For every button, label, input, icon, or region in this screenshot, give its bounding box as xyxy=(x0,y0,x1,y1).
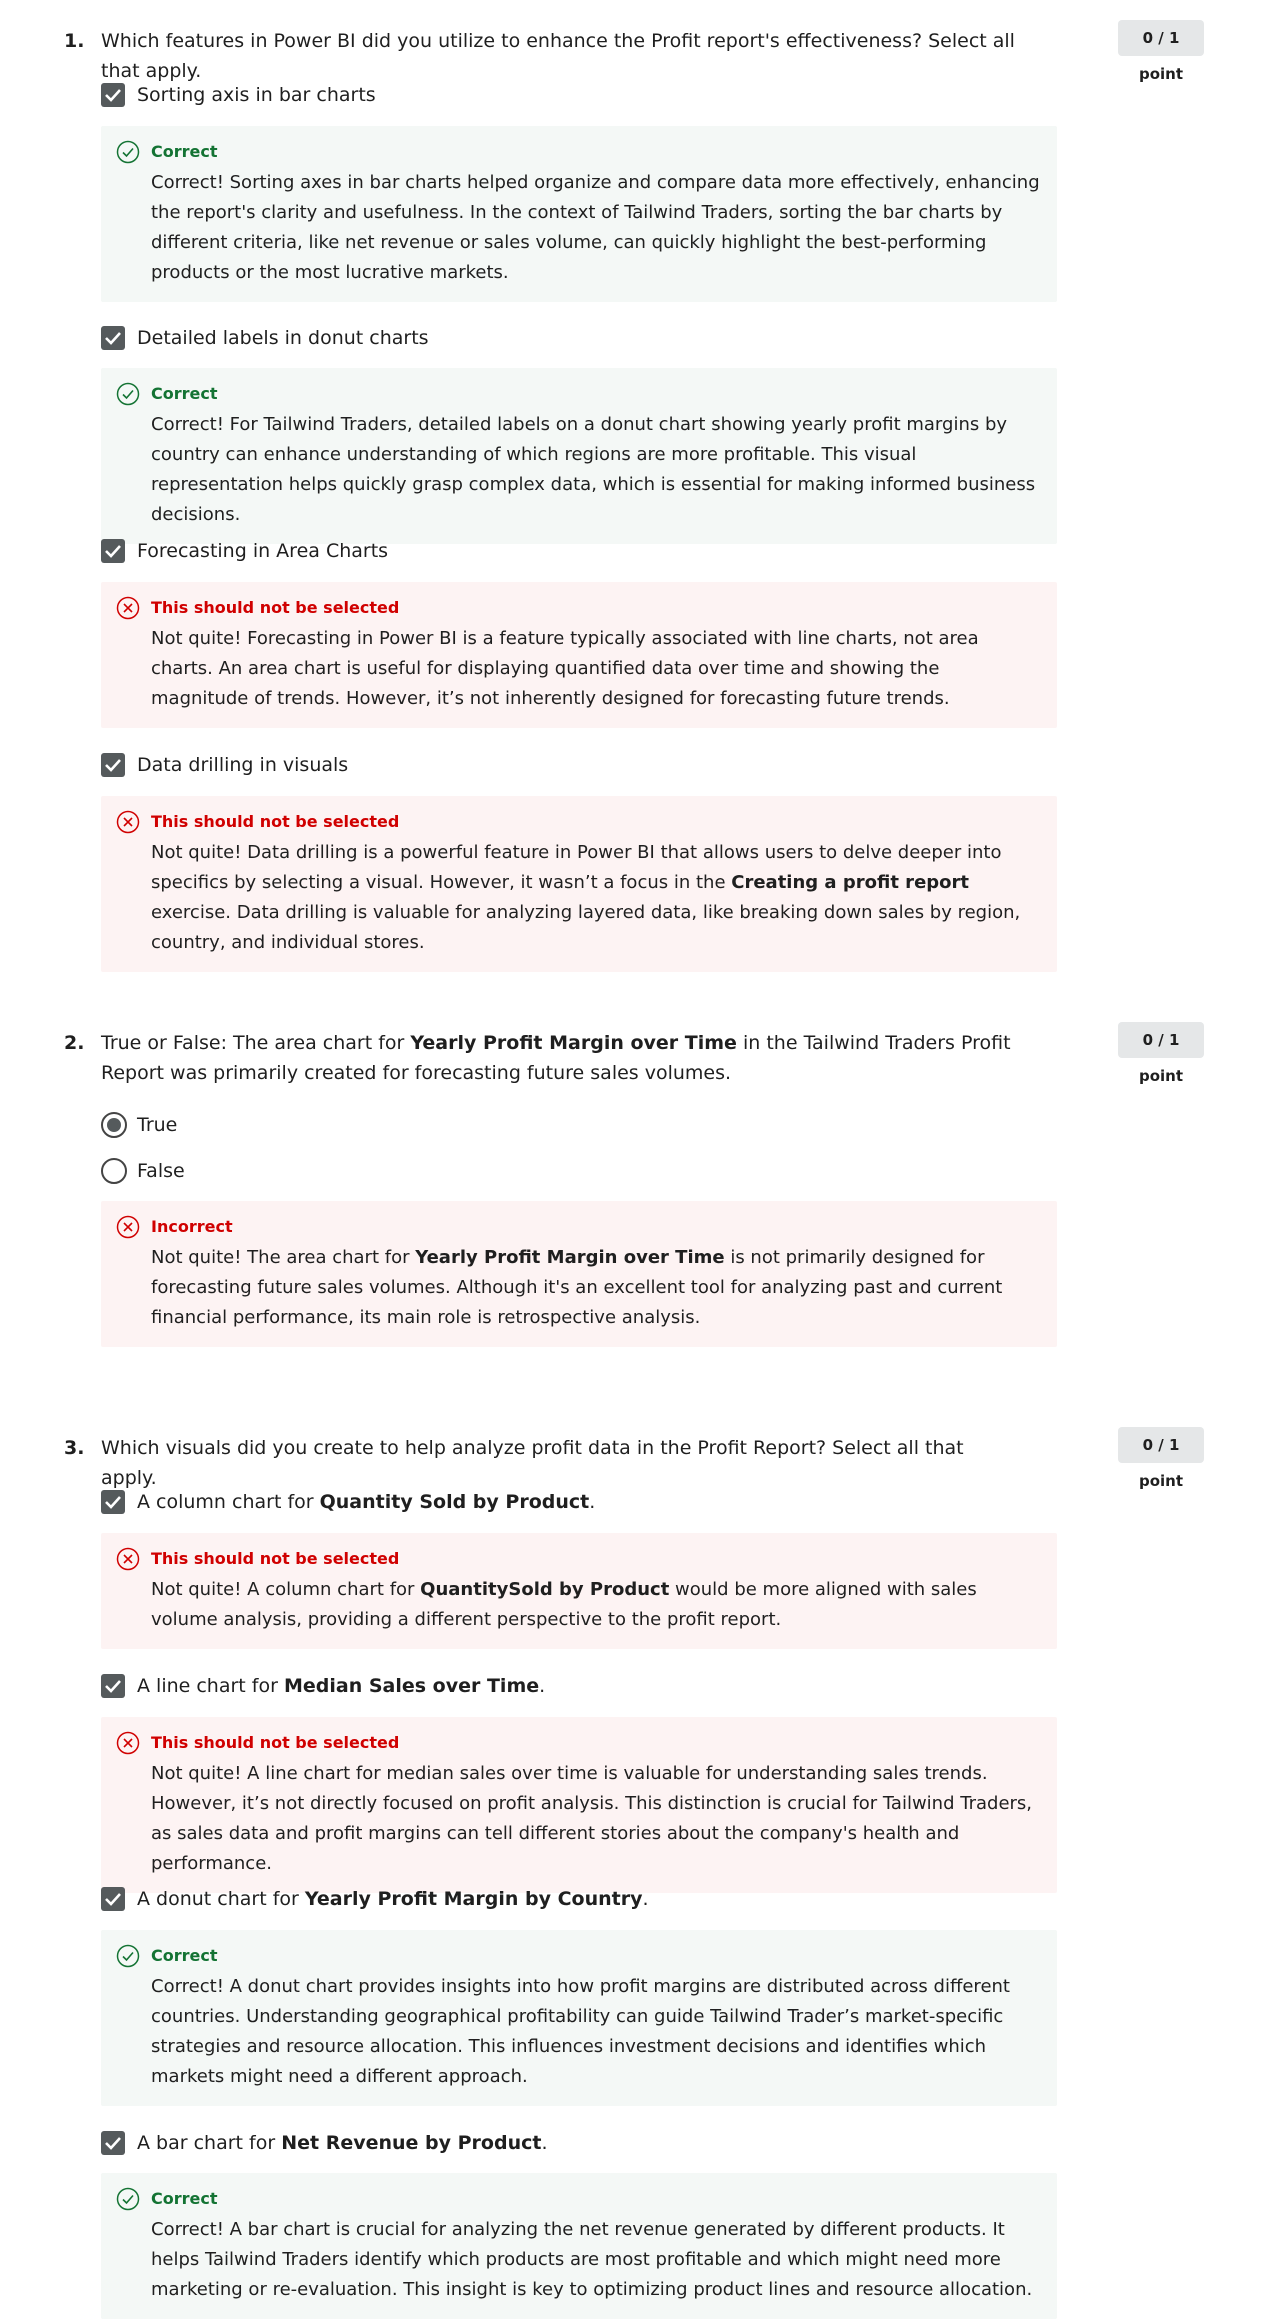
option-label: A line chart for Median Sales over Time. xyxy=(137,1675,546,1697)
checkmark-icon xyxy=(105,89,121,102)
check-circle-icon xyxy=(116,382,140,406)
check-circle-icon xyxy=(116,1944,140,1968)
feedback-status: This should not be selected xyxy=(151,598,400,617)
feedback-incorrect: Incorrect Not quite! The area chart for … xyxy=(101,1201,1057,1347)
option-sorting-axis[interactable]: Sorting axis in bar charts xyxy=(101,80,1061,110)
x-circle-icon xyxy=(116,1731,140,1755)
feedback-correct: Correct Correct! Sorting axes in bar cha… xyxy=(101,126,1057,302)
question-number: 1. xyxy=(64,30,85,52)
feedback-incorrect: This should not be selected Not quite! A… xyxy=(101,1533,1057,1649)
feedback-correct: Correct Correct! A donut chart provides … xyxy=(101,1930,1057,2106)
feedback-status: This should not be selected xyxy=(151,812,400,831)
feedback-status: Correct xyxy=(151,142,218,161)
checkmark-icon xyxy=(105,1496,121,1509)
option-label: Detailed labels in donut charts xyxy=(137,327,429,349)
checked-checkbox[interactable] xyxy=(101,2131,125,2155)
checkmark-icon xyxy=(105,1893,121,1906)
checkmark-icon xyxy=(105,545,121,558)
question-header: 2. True or False: The area chart for Yea… xyxy=(0,1022,1272,1088)
score-badge: 0 / 1 point xyxy=(1118,20,1204,83)
x-circle-icon xyxy=(116,1547,140,1571)
option-donut-chart[interactable]: A donut chart for Yearly Profit Margin b… xyxy=(101,1884,1061,1914)
checkmark-icon xyxy=(105,759,121,772)
option-detailed-labels[interactable]: Detailed labels in donut charts xyxy=(101,323,1061,353)
question-text: True or False: The area chart for Yearly… xyxy=(101,1032,1011,1084)
checkmark-icon xyxy=(105,1680,121,1693)
feedback-status: Incorrect xyxy=(151,1217,233,1236)
checked-checkbox[interactable] xyxy=(101,1887,125,1911)
option-forecasting-area[interactable]: Forecasting in Area Charts xyxy=(101,536,1061,566)
unselected-radio[interactable] xyxy=(101,1158,127,1184)
selected-radio[interactable] xyxy=(101,1112,127,1138)
option-label: A bar chart for Net Revenue by Product. xyxy=(137,2132,548,2154)
feedback-status: Correct xyxy=(151,2189,218,2208)
feedback-text: Not quite! Data drilling is a powerful f… xyxy=(151,842,1021,953)
feedback-text: Correct! Sorting axes in bar charts help… xyxy=(151,172,1040,283)
checked-checkbox[interactable] xyxy=(101,1490,125,1514)
option-data-drilling[interactable]: Data drilling in visuals xyxy=(101,750,1061,780)
feedback-text: Correct! For Tailwind Traders, detailed … xyxy=(151,414,1036,525)
feedback-incorrect: This should not be selected Not quite! F… xyxy=(101,582,1057,728)
option-label: True xyxy=(137,1114,178,1136)
option-label: Sorting axis in bar charts xyxy=(137,84,376,106)
x-circle-icon xyxy=(116,1215,140,1239)
question-text: Which features in Power BI did you utili… xyxy=(101,30,1015,82)
option-true[interactable]: True xyxy=(101,1110,1061,1140)
feedback-incorrect: This should not be selected Not quite! A… xyxy=(101,1717,1057,1893)
feedback-correct: Correct Correct! For Tailwind Traders, d… xyxy=(101,368,1057,544)
question-number: 3. xyxy=(64,1437,85,1459)
option-label: A column chart for Quantity Sold by Prod… xyxy=(137,1491,596,1513)
checkmark-icon xyxy=(105,2137,121,2150)
question-header: 3. Which visuals did you create to help … xyxy=(0,1427,1272,1493)
score-badge: 0 / 1 point xyxy=(1118,1022,1204,1085)
feedback-text: Not quite! A column chart for QuantitySo… xyxy=(151,1579,977,1630)
question-text: Which visuals did you create to help ana… xyxy=(101,1437,964,1489)
option-label: Data drilling in visuals xyxy=(137,754,349,776)
option-label: A donut chart for Yearly Profit Margin b… xyxy=(137,1888,649,1910)
checked-checkbox[interactable] xyxy=(101,326,125,350)
feedback-text: Correct! A donut chart provides insights… xyxy=(151,1976,1010,2087)
option-bar-chart[interactable]: A bar chart for Net Revenue by Product. xyxy=(101,2128,1061,2158)
feedback-text: Correct! A bar chart is crucial for anal… xyxy=(151,2219,1033,2300)
x-circle-icon xyxy=(116,596,140,620)
feedback-status: This should not be selected xyxy=(151,1549,400,1568)
feedback-incorrect: This should not be selected Not quite! D… xyxy=(101,796,1057,972)
feedback-correct: Correct Correct! A bar chart is crucial … xyxy=(101,2173,1057,2319)
option-label: False xyxy=(137,1160,185,1182)
check-circle-icon xyxy=(116,2187,140,2211)
feedback-status: This should not be selected xyxy=(151,1733,400,1752)
x-circle-icon xyxy=(116,810,140,834)
question-header: 1. Which features in Power BI did you ut… xyxy=(0,20,1272,86)
feedback-status: Correct xyxy=(151,1946,218,1965)
quiz-results-page: 1. Which features in Power BI did you ut… xyxy=(0,0,1272,2319)
score-badge: 0 / 1 point xyxy=(1118,1427,1204,1490)
feedback-text: Not quite! The area chart for Yearly Pro… xyxy=(151,1247,1003,1328)
option-false[interactable]: False xyxy=(101,1156,1061,1186)
checked-checkbox[interactable] xyxy=(101,753,125,777)
checkmark-icon xyxy=(105,332,121,345)
question-number: 2. xyxy=(64,1032,85,1054)
check-circle-icon xyxy=(116,140,140,164)
feedback-status: Correct xyxy=(151,384,218,403)
feedback-text: Not quite! Forecasting in Power BI is a … xyxy=(151,628,979,709)
option-column-chart[interactable]: A column chart for Quantity Sold by Prod… xyxy=(101,1487,1061,1517)
checked-checkbox[interactable] xyxy=(101,539,125,563)
option-line-chart[interactable]: A line chart for Median Sales over Time. xyxy=(101,1671,1061,1701)
option-label: Forecasting in Area Charts xyxy=(137,540,389,562)
feedback-text: Not quite! A line chart for median sales… xyxy=(151,1763,1033,1874)
checked-checkbox[interactable] xyxy=(101,1674,125,1698)
checked-checkbox[interactable] xyxy=(101,83,125,107)
